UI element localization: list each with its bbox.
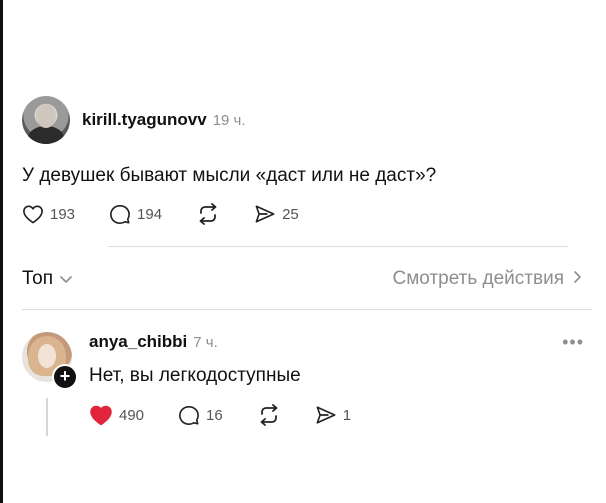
reply-actions: 490 16 1 [89, 404, 385, 426]
view-activity-link[interactable]: Смотреть действия [393, 268, 582, 290]
chevron-down-icon [59, 268, 73, 290]
follow-plus-icon[interactable]: + [52, 364, 78, 390]
more-icon[interactable]: ••• [562, 332, 584, 353]
reply-share-button[interactable]: 1 [315, 405, 351, 425]
repost-icon [196, 203, 220, 225]
comment-icon [109, 204, 131, 225]
comment-button[interactable]: 194 [109, 204, 162, 225]
like-count: 193 [50, 205, 76, 223]
avatar-head [36, 104, 56, 128]
heart-icon [89, 404, 113, 426]
sort-dropdown[interactable]: Топ [22, 268, 73, 290]
reply-like-count: 490 [119, 406, 145, 424]
reply-username[interactable]: anya_chibbi [89, 332, 187, 352]
send-icon [315, 405, 337, 425]
view-activity-label: Смотреть действия [392, 268, 564, 289]
sort-label: Топ [22, 268, 53, 289]
post-username[interactable]: kirill.tyagunovv [82, 110, 207, 130]
divider [108, 246, 568, 247]
reply: + anya_chibbi 7 ч. ••• Нет, вы легкодост… [22, 332, 592, 436]
avatar[interactable] [22, 96, 70, 144]
reply-time: 7 ч. [193, 333, 218, 351]
avatar-face [38, 344, 56, 368]
post: kirill.tyagunovv 19 ч. У девушек бывают … [22, 96, 592, 225]
share-button[interactable]: 25 [254, 204, 299, 224]
reply-like-button[interactable]: 490 [89, 404, 144, 426]
repost-icon [257, 404, 281, 426]
left-border [0, 0, 3, 503]
reply-repost-button[interactable] [257, 404, 281, 426]
post-time: 19 ч. [212, 111, 246, 129]
comment-count: 194 [137, 205, 163, 223]
comment-icon [178, 405, 200, 426]
chevron-right-icon [572, 268, 582, 290]
sort-bar: Топ Смотреть действия [22, 268, 582, 290]
thread-line [46, 398, 48, 436]
avatar-body [28, 126, 64, 144]
reply-text: Нет, вы легкодоступные [89, 365, 301, 386]
post-actions: 193 194 25 [22, 203, 333, 225]
heart-icon [22, 204, 44, 224]
reply-share-count: 1 [342, 406, 352, 424]
like-button[interactable]: 193 [22, 204, 75, 224]
reply-header: anya_chibbi 7 ч. [89, 332, 218, 352]
send-icon [254, 204, 276, 224]
post-header: kirill.tyagunovv 19 ч. [22, 96, 592, 144]
post-text: У девушек бывают мысли «даст или не даст… [22, 165, 437, 186]
reply-comment-button[interactable]: 16 [178, 405, 223, 426]
repost-button[interactable] [196, 203, 220, 225]
divider [22, 309, 592, 310]
reply-comment-count: 16 [206, 406, 223, 424]
share-count: 25 [282, 205, 299, 223]
